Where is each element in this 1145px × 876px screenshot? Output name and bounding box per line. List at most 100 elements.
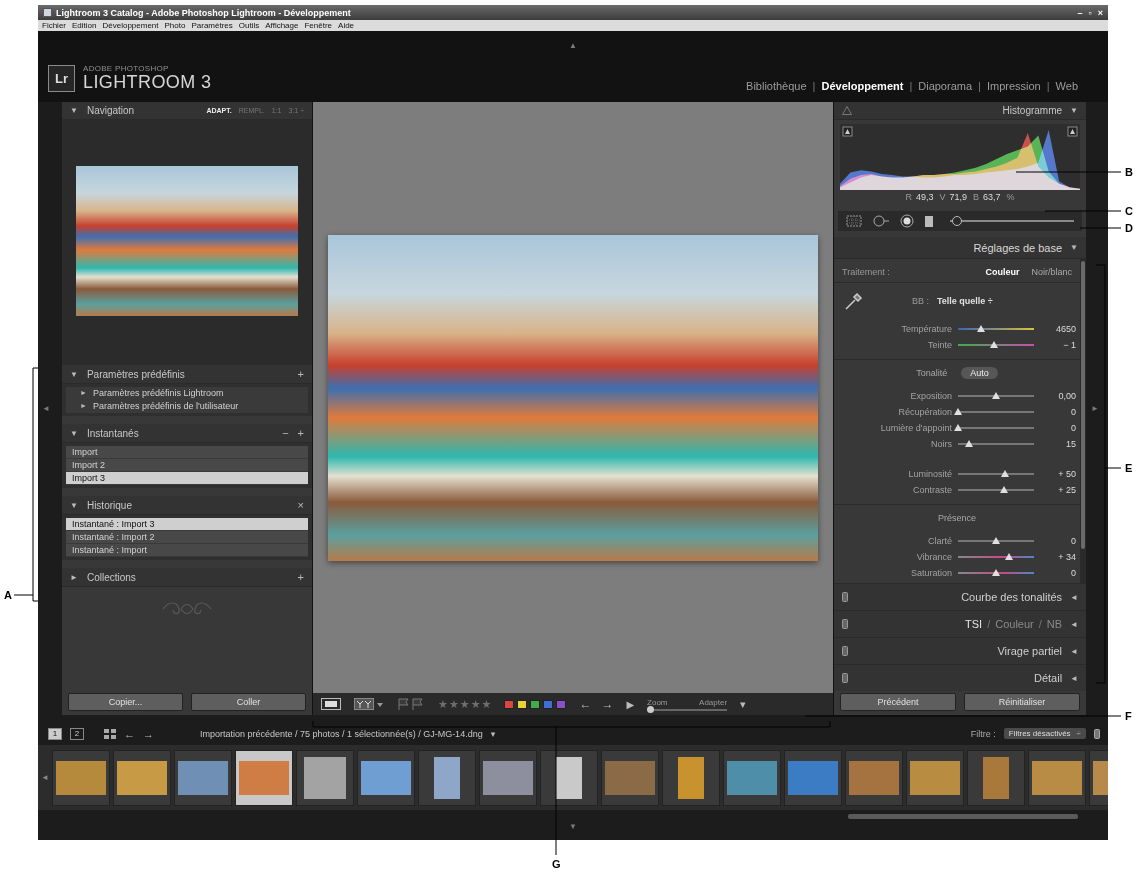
star[interactable]: ★ bbox=[471, 698, 481, 711]
crop-icon[interactable] bbox=[846, 215, 862, 227]
filmstrip-thumbnail[interactable] bbox=[235, 750, 293, 806]
menu-item[interactable]: Fenêtre bbox=[304, 20, 332, 31]
menu-item[interactable]: Fichier bbox=[42, 20, 66, 31]
window-control-button[interactable]: – bbox=[1078, 8, 1083, 18]
menu-item[interactable]: Affichage bbox=[265, 20, 298, 31]
navigate-button[interactable]: → bbox=[601, 697, 613, 711]
play-button[interactable]: ▶ bbox=[626, 699, 634, 710]
section-header[interactable]: ▼Instantanés−+ bbox=[62, 424, 312, 443]
section-header[interactable]: ▼Paramètres prédéfinis+ bbox=[62, 365, 312, 384]
panel-switch-icon[interactable] bbox=[842, 646, 848, 656]
zoom-option[interactable]: 1:1 bbox=[272, 107, 282, 114]
treatment-option[interactable]: Couleur bbox=[985, 267, 1019, 277]
treatment-option[interactable]: Noir/blanc bbox=[1031, 267, 1072, 277]
color-label-swatch[interactable] bbox=[517, 700, 527, 709]
red-eye-icon[interactable] bbox=[900, 214, 914, 228]
before-after-icon[interactable] bbox=[354, 698, 384, 710]
slider-thumb[interactable] bbox=[954, 408, 962, 415]
color-label-swatch[interactable] bbox=[504, 700, 514, 709]
zoom-slider-thumb[interactable] bbox=[647, 706, 654, 713]
menu-item[interactable]: Photo bbox=[165, 20, 186, 31]
star[interactable]: ★ bbox=[460, 698, 470, 711]
filmstrip-thumbnail[interactable] bbox=[52, 750, 110, 806]
slider-track[interactable] bbox=[958, 572, 1034, 574]
list-item[interactable]: Import bbox=[66, 446, 308, 459]
navigator-header[interactable]: ▼NavigationADAPT.REMPL.1:13:1 ÷ bbox=[62, 102, 312, 120]
histogram-header[interactable]: Histogramme▼ bbox=[834, 102, 1086, 120]
panel-button[interactable]: Réinitialiser bbox=[964, 693, 1080, 711]
slider-track[interactable] bbox=[958, 411, 1034, 413]
filmstrip-thumbnail[interactable] bbox=[906, 750, 964, 806]
window-control-button[interactable]: × bbox=[1098, 8, 1103, 18]
filmstrip-thumbnail[interactable] bbox=[601, 750, 659, 806]
navigator-preview[interactable] bbox=[76, 166, 298, 316]
slider-thumb[interactable] bbox=[977, 325, 985, 332]
filmstrip-thumbnail[interactable] bbox=[540, 750, 598, 806]
slider-track[interactable] bbox=[958, 328, 1034, 330]
collapsed-panel-header[interactable]: Courbe des tonalités◄ bbox=[834, 583, 1086, 610]
panel-button[interactable]: Précédent bbox=[840, 693, 956, 711]
section-header[interactable]: ▼Historique× bbox=[62, 496, 312, 515]
screen-button[interactable]: 1 bbox=[48, 728, 62, 740]
zoom-option[interactable]: ADAPT. bbox=[206, 107, 231, 114]
right-panel-toggle[interactable]: ► bbox=[1091, 404, 1099, 414]
menu-item[interactable]: Edition bbox=[72, 20, 96, 31]
filmstrip-thumbnail[interactable] bbox=[479, 750, 537, 806]
section-header[interactable]: ►Collections+ bbox=[62, 568, 312, 587]
list-item[interactable]: Instantané : Import 2 bbox=[66, 531, 308, 544]
slider-track[interactable] bbox=[958, 473, 1034, 475]
bottom-panel-toggle[interactable]: ▼ bbox=[569, 822, 577, 832]
grid-icon[interactable] bbox=[104, 729, 116, 739]
source-menu-button[interactable]: ▾ bbox=[491, 729, 496, 739]
filter-select[interactable]: Filtres désactivés÷ bbox=[1004, 728, 1086, 739]
left-panel-toggle[interactable]: ◄ bbox=[42, 404, 50, 414]
slider-thumb[interactable] bbox=[954, 424, 962, 431]
slider-track[interactable] bbox=[958, 427, 1034, 429]
filmstrip-scroll-left[interactable]: ◄ bbox=[38, 773, 52, 782]
basic-panel-header[interactable]: Réglages de base▼ bbox=[834, 237, 1086, 259]
slider-track[interactable] bbox=[958, 443, 1034, 445]
screen-button[interactable]: 2 bbox=[70, 728, 84, 740]
brush-slider-thumb[interactable] bbox=[952, 216, 962, 226]
filmstrip-thumbnail[interactable] bbox=[967, 750, 1025, 806]
star[interactable]: ★ bbox=[449, 698, 459, 711]
navigate-button[interactable]: ← bbox=[579, 697, 591, 711]
collapsed-panel-header[interactable]: Virage partiel◄ bbox=[834, 637, 1086, 664]
panel-tab[interactable]: NB bbox=[1047, 618, 1062, 630]
module-tab[interactable]: Impression bbox=[987, 80, 1041, 92]
toolbar-menu-button[interactable]: ▾ bbox=[740, 698, 746, 711]
filmstrip-thumbnail[interactable] bbox=[418, 750, 476, 806]
slider-thumb[interactable] bbox=[965, 440, 973, 447]
highlight-clipping-icon[interactable] bbox=[1068, 127, 1077, 136]
zoom-option[interactable]: 3:1 ÷ bbox=[288, 107, 304, 114]
module-tab[interactable]: Développement bbox=[821, 80, 903, 92]
list-item[interactable]: ►Paramètres prédéfinis de l'utilisateur bbox=[66, 400, 308, 413]
star[interactable]: ★ bbox=[438, 698, 448, 711]
slider-track[interactable] bbox=[958, 395, 1034, 397]
filmstrip-thumbnail[interactable] bbox=[357, 750, 415, 806]
filmstrip-thumbnail[interactable] bbox=[1028, 750, 1086, 806]
slider-thumb[interactable] bbox=[1000, 486, 1008, 493]
menu-item[interactable]: Outils bbox=[239, 20, 259, 31]
collapsed-panel-header[interactable]: Détail◄ bbox=[834, 664, 1086, 691]
module-tab[interactable]: Bibliothèque bbox=[746, 80, 807, 92]
list-item[interactable]: Import 3 bbox=[66, 472, 308, 485]
collapsed-panel-header[interactable]: TSI/Couleur/NB◄ bbox=[834, 610, 1086, 637]
brush-slider[interactable] bbox=[950, 220, 1074, 222]
eyedropper-icon[interactable] bbox=[842, 290, 864, 312]
panel-button[interactable]: Copier... bbox=[68, 693, 183, 711]
window-control-button[interactable]: ▫ bbox=[1089, 8, 1092, 18]
slider-thumb[interactable] bbox=[1005, 553, 1013, 560]
module-tab[interactable]: Web bbox=[1056, 80, 1078, 92]
zoom-slider[interactable] bbox=[647, 709, 727, 711]
slider-thumb[interactable] bbox=[1001, 470, 1009, 477]
slider-thumb[interactable] bbox=[992, 569, 1000, 576]
filmstrip-thumbnail[interactable] bbox=[296, 750, 354, 806]
slider-track[interactable] bbox=[958, 556, 1034, 558]
panel-switch-icon[interactable] bbox=[842, 673, 848, 683]
flag-icon[interactable] bbox=[397, 698, 425, 710]
list-item[interactable]: ►Paramètres prédéfinis Lightroom bbox=[66, 387, 308, 400]
section-action-button[interactable]: + bbox=[298, 427, 304, 439]
filmstrip-thumbnail[interactable] bbox=[1089, 750, 1108, 806]
panel-tab[interactable]: TSI bbox=[965, 618, 982, 630]
